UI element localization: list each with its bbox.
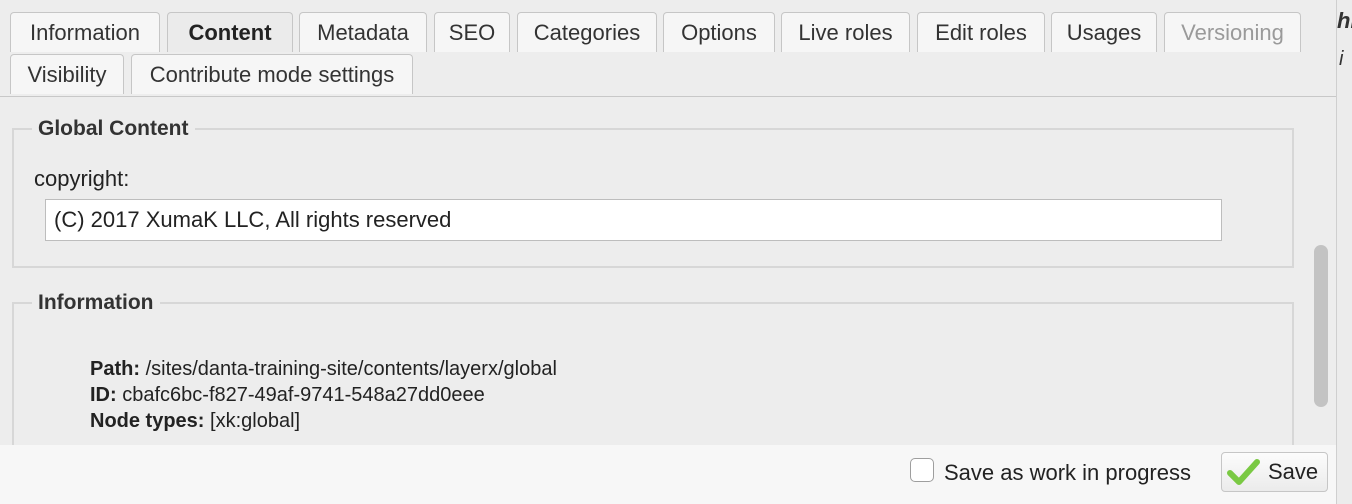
tab-categories[interactable]: Categories — [517, 12, 657, 52]
tab-label: Live roles — [798, 19, 893, 45]
path-line: Path: /sites/danta-training-site/content… — [90, 358, 557, 381]
tab-label: Contribute mode settings — [149, 61, 395, 87]
content-panel: Global Content copyright: Information Pa… — [0, 97, 1312, 445]
tab-label: Information — [29, 19, 141, 45]
edit-dialog: Information Content Metadata SEO Categor… — [0, 0, 1336, 504]
tab-edit-roles[interactable]: Edit roles — [917, 12, 1045, 52]
save-button[interactable]: Save — [1221, 452, 1328, 492]
tab-metadata[interactable]: Metadata — [299, 12, 427, 52]
tab-bar: Information Content Metadata SEO Categor… — [0, 0, 1336, 97]
copyright-label: copyright: — [34, 166, 130, 191]
node-types-label: Node types: — [90, 410, 205, 432]
checkmark-icon — [1226, 455, 1260, 489]
tab-label: Content — [188, 19, 272, 45]
id-line: ID: cbafc6bc-f827-49af-9741-548a27dd0eee — [90, 384, 485, 407]
scrollbar-thumb[interactable] — [1314, 245, 1328, 407]
id-value: cbafc6bc-f827-49af-9741-548a27dd0eee — [122, 384, 485, 406]
tab-label: Options — [681, 19, 757, 45]
tab-label: Edit roles — [935, 19, 1027, 45]
tab-content[interactable]: Content — [167, 12, 293, 52]
background-page-edge: hi i — [1336, 0, 1352, 504]
background-text-1: hi — [1337, 8, 1352, 33]
path-label: Path: — [90, 358, 140, 380]
tab-contribute-mode-settings[interactable]: Contribute mode settings — [131, 54, 413, 94]
tab-label: Metadata — [317, 19, 409, 45]
node-types-value: [xk:global] — [210, 410, 301, 432]
tab-label: Categories — [533, 19, 641, 45]
tab-options[interactable]: Options — [663, 12, 775, 52]
background-text-2: i — [1339, 48, 1344, 70]
tab-label: Usages — [1066, 19, 1142, 45]
information-legend: Information — [32, 291, 160, 315]
tab-information[interactable]: Information — [10, 12, 160, 52]
tab-label: SEO — [448, 19, 496, 45]
tab-versioning: Versioning — [1164, 12, 1301, 52]
tab-seo[interactable]: SEO — [434, 12, 510, 52]
tab-label: Versioning — [1181, 19, 1284, 45]
tab-live-roles[interactable]: Live roles — [781, 12, 910, 52]
global-content-legend: Global Content — [32, 117, 195, 141]
tab-label: Visibility — [27, 61, 107, 87]
path-value: /sites/danta-training-site/contents/laye… — [145, 358, 557, 380]
tab-visibility[interactable]: Visibility — [10, 54, 124, 94]
id-label: ID: — [90, 384, 117, 406]
copyright-input[interactable] — [45, 199, 1222, 241]
work-in-progress-checkbox[interactable] — [910, 458, 934, 482]
global-content-group — [12, 128, 1294, 268]
save-button-label: Save — [1268, 459, 1319, 484]
tab-usages[interactable]: Usages — [1051, 12, 1157, 52]
work-in-progress-label[interactable]: Save as work in progress — [944, 460, 1191, 486]
node-types-line: Node types: [xk:global] — [90, 410, 300, 433]
